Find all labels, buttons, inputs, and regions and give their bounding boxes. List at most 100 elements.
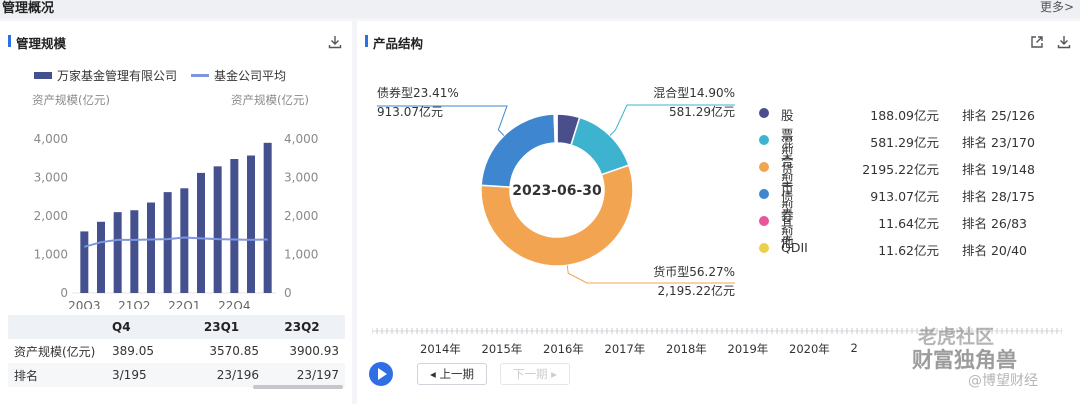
legend-rank: 排名 19/148 — [962, 162, 1035, 177]
legend-rank: 排名 26/83 — [962, 216, 1027, 231]
legend-rank: 排名 20/40 — [962, 243, 1027, 258]
aum-bar[interactable] — [263, 142, 272, 293]
y-tick-label-left: 0 — [60, 286, 68, 300]
x-tick-label: 22Q1 — [168, 299, 200, 309]
donut-center-date: 2023-06-30 — [512, 183, 602, 199]
aum-bar[interactable] — [180, 188, 189, 293]
y-tick-label-right: 3,000 — [284, 171, 318, 185]
table-scrollbar[interactable] — [253, 385, 343, 389]
aum-panel-title: 管理规模 — [8, 33, 66, 52]
y-tick-label-right: 1,000 — [284, 248, 318, 262]
aum-bar[interactable] — [213, 166, 222, 293]
cell-rank-22q4: 3/195 — [112, 363, 184, 387]
next-period-button[interactable]: 下一期 ▸ — [500, 363, 570, 385]
stock-legend-dot — [759, 108, 769, 118]
download-icon[interactable] — [1057, 35, 1071, 49]
money-legend-dot — [759, 162, 769, 172]
average-legend-swatch — [191, 74, 210, 77]
play-button[interactable] — [369, 362, 393, 386]
x-tick-label: 22Q4 — [218, 299, 250, 309]
row-label-rank: 排名 — [8, 363, 112, 387]
cell-aum-22q4: 389.05 — [112, 339, 184, 363]
callout-money-pct: 货币型56.27% — [653, 264, 735, 279]
x-tick-label: 21Q2 — [118, 299, 150, 309]
mixed-legend-dot — [759, 135, 769, 145]
col-header-23q2: 23Q2 — [265, 315, 345, 339]
y-tick-label-right: 4,000 — [284, 132, 318, 146]
callout-money-value: 2,195.22亿元 — [658, 283, 735, 298]
aum-bar[interactable] — [163, 192, 172, 293]
prev-period-button[interactable]: ◂ 上一期 — [417, 363, 487, 385]
aum-bar[interactable] — [147, 202, 155, 293]
callout-bond-value: 913.07亿元 — [377, 104, 443, 119]
section-title: 管理概况 — [2, 1, 55, 16]
cell-rank-23q1: 23/196 — [184, 363, 265, 387]
donut-slice[interactable] — [480, 113, 557, 188]
legend-rank: 排名 28/175 — [962, 189, 1035, 204]
company-legend-swatch — [34, 72, 52, 79]
callout-mixed-value: 581.29亿元 — [669, 104, 735, 119]
average-legend-label: 基金公司平均 — [214, 69, 287, 83]
aum-bar[interactable] — [80, 231, 89, 293]
legend-value: 2195.22亿元 — [862, 162, 939, 177]
y-axis-right-label: 资产规模(亿元) — [231, 93, 309, 107]
col-header-22q4: Q4 — [112, 315, 184, 339]
other-legend-dot — [759, 216, 769, 226]
open-external-icon[interactable] — [1030, 35, 1044, 49]
y-tick-label-right: 0 — [284, 286, 292, 300]
legend-rank: 排名 25/126 — [962, 108, 1035, 123]
timeline-year-label[interactable]: 2014年 — [420, 341, 461, 357]
timeline-year-label[interactable]: 2017年 — [605, 341, 646, 357]
more-link[interactable]: 更多> — [1040, 0, 1074, 15]
y-tick-label-left: 3,000 — [34, 171, 68, 185]
cell-rank-23q2: 23/197 — [265, 363, 345, 387]
aum-legend: 万家基金管理有限公司 基金公司平均 — [34, 67, 286, 84]
timeline-year-label[interactable]: 2015年 — [482, 341, 523, 357]
cell-aum-23q1: 3570.85 — [184, 339, 265, 363]
timeline-year-label[interactable]: 2020年 — [789, 341, 830, 357]
legend-value: 11.64亿元 — [878, 216, 939, 231]
legend-value: 11.62亿元 — [878, 243, 939, 258]
aum-table: Q4 23Q1 23Q2 资产规模(亿元) 389.05 3570.85 390… — [8, 315, 345, 387]
callout-mixed-pct: 混合型14.90% — [653, 85, 735, 100]
aum-bar[interactable] — [247, 155, 255, 293]
x-tick-label: 20Q3 — [68, 299, 100, 309]
timeline-year-label[interactable]: 2 — [851, 341, 858, 355]
y-axis-left-label: 资产规模(亿元) — [32, 93, 110, 107]
table-row: 资产规模(亿元) 389.05 3570.85 3900.93 — [8, 339, 345, 363]
watermark-text: @博望财经 — [968, 373, 1038, 389]
donut-slice[interactable] — [570, 116, 630, 176]
product-panel-title: 产品结构 — [365, 33, 423, 52]
y-tick-label-left: 1,000 — [34, 248, 68, 262]
aum-bar-chart: 0 0 1,000 1,000 2,000 2,000 3,000 3,000 4,000 4,0… — [34, 132, 319, 309]
aum-bar[interactable] — [113, 212, 122, 293]
callout-bond-pct: 债券型23.41% — [377, 85, 459, 100]
aum-bar[interactable] — [130, 210, 139, 293]
aum-bar[interactable] — [197, 172, 205, 293]
timeline-year-label[interactable]: 2019年 — [728, 341, 769, 357]
y-tick-label-left: 4,000 — [34, 132, 68, 146]
table-corner — [8, 315, 112, 339]
y-tick-label-right: 2,000 — [284, 209, 318, 223]
timeline-year-label[interactable]: 2016年 — [543, 341, 584, 357]
aum-bar[interactable] — [230, 159, 239, 293]
aum-panel: 管理规模 万家基金管理有限公司 基金公司平均 资产规模(亿元) 资产规模(亿元)… — [0, 21, 352, 404]
product-donut-chart: 2023-06-30 债券型23.41% 913.07亿元 混合型14.90% 581.… — [377, 85, 735, 298]
qdii-legend-dot — [759, 243, 769, 253]
legend-value: 913.07亿元 — [870, 189, 939, 204]
cell-aum-23q2: 3900.93 — [265, 339, 345, 363]
table-row: 排名 3/195 23/196 23/197 — [8, 363, 345, 387]
legend-value: 581.29亿元 — [870, 135, 939, 150]
company-legend-label: 万家基金管理有限公司 — [57, 69, 178, 83]
donut-slice[interactable] — [554, 113, 558, 144]
bond-legend-dot — [759, 189, 769, 199]
legend-value: 188.09亿元 — [870, 108, 939, 123]
aum-bar[interactable] — [97, 221, 105, 293]
download-icon[interactable] — [328, 35, 342, 49]
row-label-aum: 资产规模(亿元) — [8, 339, 112, 363]
y-tick-label-left: 2,000 — [34, 209, 68, 223]
legend-name: QDII — [781, 240, 808, 255]
legend-rank: 排名 23/170 — [962, 135, 1035, 150]
col-header-23q1: 23Q1 — [184, 315, 265, 339]
timeline-year-label[interactable]: 2018年 — [666, 341, 707, 357]
